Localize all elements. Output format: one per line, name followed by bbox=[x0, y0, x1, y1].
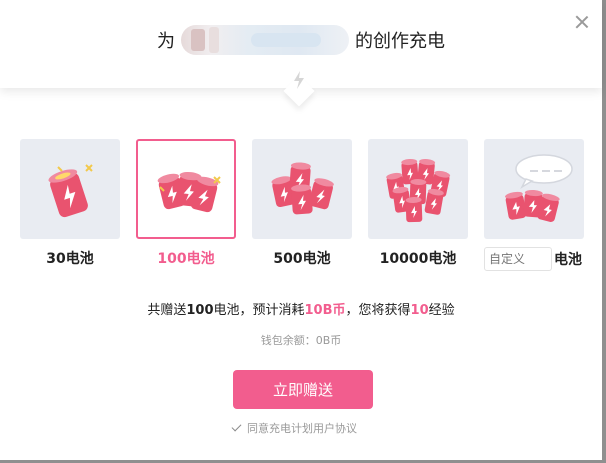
option-card[interactable] bbox=[252, 139, 352, 239]
option-label: 10000电池 bbox=[379, 251, 457, 267]
battery-1-icon bbox=[48, 164, 93, 218]
option-label: 30电池 bbox=[46, 251, 94, 267]
custom-amount-input[interactable] bbox=[484, 247, 552, 271]
summary-exp: 10 bbox=[410, 303, 429, 318]
title-suffix: 的创作充电 bbox=[355, 31, 445, 52]
gift-summary: 共赠送100电池，预计消耗10B币，您将获得10经验 bbox=[0, 299, 602, 318]
wallet-balance: 钱包余额：0B币 bbox=[260, 334, 342, 347]
summary-battery-count: 100 bbox=[186, 303, 214, 318]
custom-amount-row: 电池 bbox=[484, 247, 584, 271]
submit-button[interactable]: 立即赠送 bbox=[233, 370, 373, 409]
title-prefix: 为 bbox=[157, 31, 175, 52]
option-card[interactable] bbox=[136, 139, 236, 239]
custom-unit-label: 电池 bbox=[554, 252, 582, 268]
option-100[interactable]: 100电池 bbox=[136, 139, 236, 268]
author-name-blurred bbox=[181, 25, 349, 55]
summary-text: ，您将获得 bbox=[345, 303, 411, 318]
check-icon[interactable] bbox=[231, 422, 243, 434]
battery-custom-icon bbox=[505, 154, 573, 222]
agreement-checkbox[interactable]: 同意充电计划用户协议 bbox=[231, 420, 357, 436]
summary-text: 共赠送 bbox=[147, 303, 187, 318]
option-card[interactable] bbox=[20, 139, 120, 239]
option-10000[interactable]: 10000电池 bbox=[368, 139, 468, 268]
summary-text: 电池，预计消耗 bbox=[213, 303, 305, 318]
battery-8-icon bbox=[386, 158, 451, 223]
battery-4-icon bbox=[271, 162, 334, 215]
battery-3-icon bbox=[157, 171, 221, 213]
option-30[interactable]: 30电池 bbox=[20, 139, 120, 268]
option-custom[interactable]: 电池 bbox=[484, 139, 584, 271]
close-icon[interactable] bbox=[572, 12, 592, 32]
window-edge bbox=[602, 0, 606, 463]
option-label: 100电池 bbox=[157, 251, 215, 267]
lightning-icon bbox=[294, 71, 304, 89]
option-card[interactable] bbox=[368, 139, 468, 239]
option-card[interactable] bbox=[484, 139, 584, 239]
option-label: 500电池 bbox=[273, 251, 331, 267]
summary-cost: 10B币 bbox=[304, 303, 346, 318]
agreement-label: 同意充电计划用户协议 bbox=[247, 422, 357, 435]
option-500[interactable]: 500电池 bbox=[252, 139, 352, 268]
summary-text: 经验 bbox=[428, 303, 455, 318]
dialog-title: 为 的创作充电 bbox=[0, 25, 602, 55]
battery-options: 30电池 100电池 500电池 10000电池 自定义 电池 bbox=[20, 139, 602, 271]
